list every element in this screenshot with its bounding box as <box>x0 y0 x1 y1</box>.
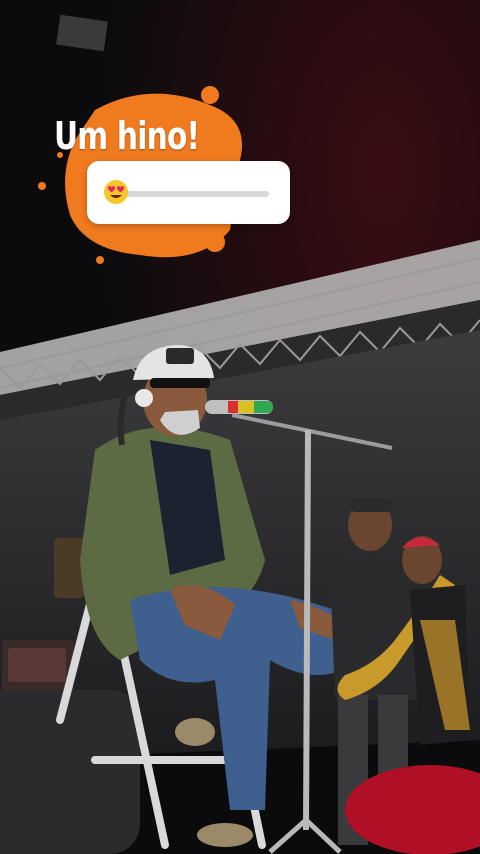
slider-track[interactable] <box>119 191 269 197</box>
story-caption: Um hino! <box>54 114 200 158</box>
emoji-slider-sticker[interactable] <box>87 161 290 224</box>
heart-eyes-emoji-icon[interactable] <box>103 179 129 205</box>
